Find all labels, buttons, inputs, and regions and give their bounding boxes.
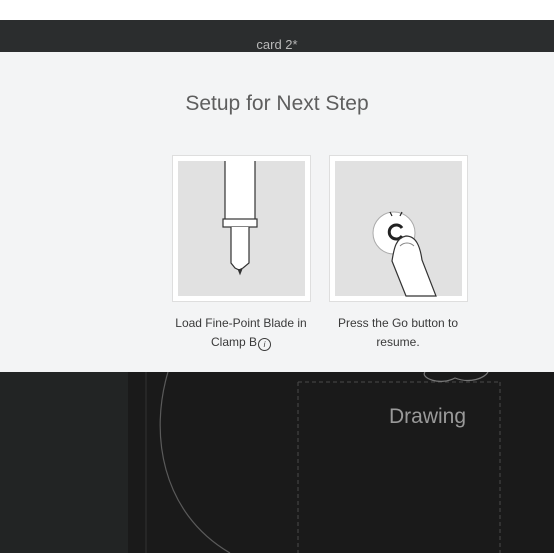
canvas-artwork — [145, 372, 501, 553]
title-bar: card 2* — [0, 20, 554, 52]
drawing-layer-label: Drawing — [389, 405, 467, 428]
step-card-press-go — [329, 155, 468, 302]
blade-illustration — [222, 161, 258, 276]
step-caption-load-blade: Load Fine-Point Blade in Clamp Bi — [156, 314, 326, 352]
design-canvas[interactable]: Drawing — [0, 372, 554, 553]
step-caption-line: resume. — [376, 335, 420, 349]
step-card-load-blade — [172, 155, 311, 302]
drawing-curve — [159, 372, 231, 553]
step-caption-press-go: Press the Go button to resume. — [313, 314, 483, 352]
step-caption-line: Clamp B — [210, 335, 257, 349]
go-button-press-illustration — [372, 211, 437, 297]
document-title: card 2* — [256, 37, 298, 52]
step-caption-line: Press the Go button to — [337, 316, 459, 330]
dialog-title: Setup for Next Step — [185, 92, 369, 115]
top-white-strip — [0, 0, 554, 20]
flower-drawing — [423, 372, 489, 382]
setup-next-step-dialog: Setup for Next Step Load Fine-Point Blad… — [0, 52, 554, 372]
step-caption-line: Load Fine-Point Blade in — [175, 316, 307, 330]
info-icon[interactable]: i — [258, 338, 271, 351]
